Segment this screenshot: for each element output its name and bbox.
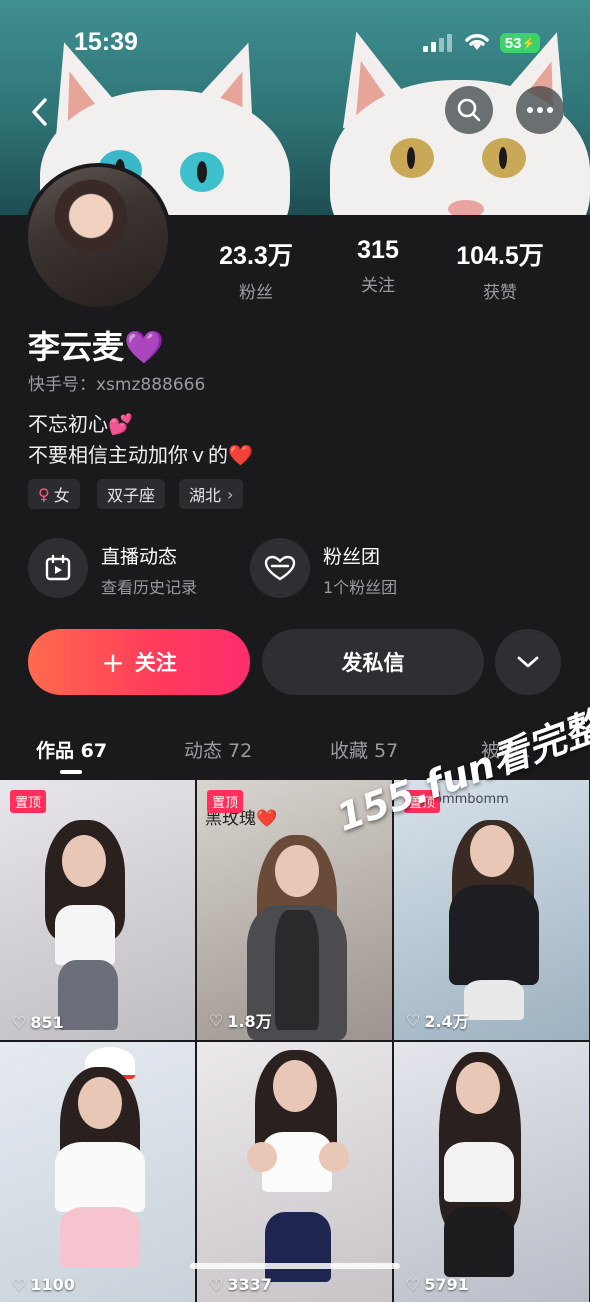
heart-outline-icon: ♡ <box>209 1275 224 1294</box>
status-time: 15:39 <box>74 28 138 56</box>
followers-label: 粉丝 <box>239 283 273 303</box>
home-indicator <box>190 1263 400 1269</box>
chevron-left-icon <box>32 98 47 126</box>
feature-title-live: 直播动态 <box>101 546 178 568</box>
tab-favorites[interactable]: 收藏 57 <box>330 736 398 763</box>
female-icon: ♀ <box>38 484 50 504</box>
post-tile[interactable]: ommbomm 置顶 ♡ 2.4万 <box>394 780 589 1040</box>
likes-count: 104.5万 <box>456 242 544 270</box>
avatar[interactable] <box>24 163 172 311</box>
following-label: 关注 <box>361 276 395 296</box>
chevron-down-icon <box>517 656 539 668</box>
followers-count: 23.3万 <box>219 242 293 270</box>
pinned-badge: 置顶 <box>207 790 244 813</box>
active-tab-indicator <box>60 770 82 774</box>
tab-works[interactable]: 作品 67 <box>36 736 107 763</box>
chevron-right-icon: › <box>227 484 234 504</box>
heart-outline-icon: ♡ <box>12 1013 27 1032</box>
message-button[interactable]: 发私信 <box>262 629 484 695</box>
heart-outline-icon: ♡ <box>406 1275 421 1294</box>
battery-indicator: 53 ⚡ <box>500 33 540 53</box>
post-likes: ♡ 1100 <box>12 1275 75 1294</box>
heart-outline-icon: ♡ <box>12 1275 27 1294</box>
post-tile[interactable]: ♡ 5791 <box>394 1042 589 1302</box>
pinned-badge: 置顶 <box>10 790 47 813</box>
post-tile[interactable]: 置顶 ♡ 851 <box>0 780 195 1040</box>
wifi-icon <box>462 30 492 56</box>
more-options-button[interactable] <box>516 86 564 134</box>
search-icon <box>457 98 481 122</box>
bio-line-2: 不要相信主动加你ｖ的❤️ <box>28 443 253 467</box>
tab-moments[interactable]: 动态 72 <box>184 736 252 763</box>
following-stat[interactable]: 315 关注 <box>318 236 438 296</box>
feature-subtitle-fanclub: 1个粉丝团 <box>323 578 398 597</box>
follow-button[interactable]: + 关注 <box>28 629 250 695</box>
feature-subtitle-live: 查看历史记录 <box>101 578 198 597</box>
likes-stat[interactable]: 104.5万 获赞 <box>440 236 560 303</box>
post-likes: ♡ 3337 <box>209 1275 272 1294</box>
location-tag[interactable]: 湖北 › <box>179 479 244 509</box>
bio-line-1: 不忘初心💕 <box>28 412 133 436</box>
calendar-play-icon <box>28 538 88 598</box>
plus-icon: + <box>101 645 125 679</box>
purple-heart-icon: 💜 <box>124 328 164 366</box>
search-button[interactable] <box>445 86 493 134</box>
post-likes: ♡ 5791 <box>406 1275 469 1294</box>
ellipsis-icon <box>527 107 553 113</box>
profile-name: 李云麦💜 <box>28 328 164 366</box>
post-likes: ♡ 1.8万 <box>209 1010 272 1032</box>
heart-outline-icon: ♡ <box>209 1010 224 1030</box>
followers-stat[interactable]: 23.3万 粉丝 <box>196 236 316 303</box>
fan-club-entry[interactable]: 粉丝团 1个粉丝团 <box>250 538 470 600</box>
back-button[interactable] <box>30 92 70 132</box>
post-likes: ♡ 851 <box>12 1013 64 1032</box>
signal-icon <box>423 34 453 52</box>
zodiac-tag: 双子座 <box>97 479 166 509</box>
feature-title-fanclub: 粉丝团 <box>323 546 381 568</box>
following-count: 315 <box>357 236 399 264</box>
heart-badge-icon <box>250 538 310 598</box>
post-tile[interactable]: ♡ 1100 <box>0 1042 195 1302</box>
gender-tag: ♀ 女 <box>28 479 80 509</box>
user-id[interactable]: 快手号：xsmz888666 <box>28 370 205 395</box>
live-history-entry[interactable]: 直播动态 查看历史记录 <box>28 538 248 600</box>
heart-outline-icon: ♡ <box>406 1010 421 1030</box>
likes-label: 获赞 <box>483 283 517 303</box>
expand-button[interactable] <box>495 629 561 695</box>
post-likes: ♡ 2.4万 <box>406 1010 469 1032</box>
